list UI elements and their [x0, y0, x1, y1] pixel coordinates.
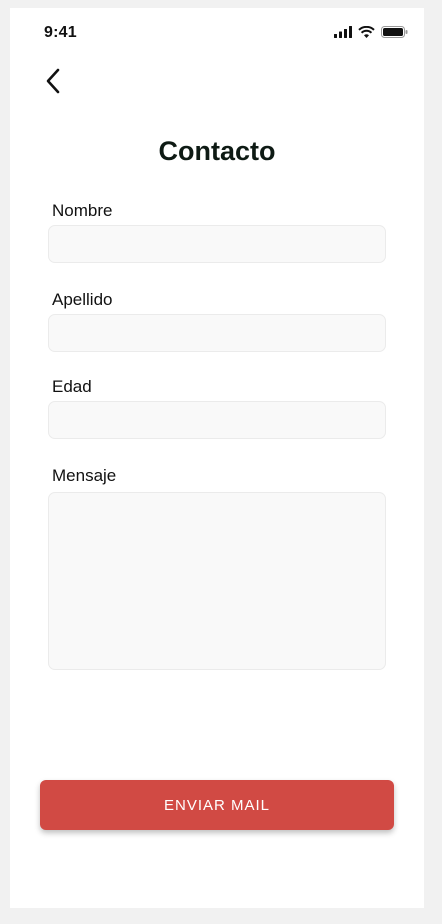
nombre-label: Nombre: [52, 201, 113, 220]
edad-label: Edad: [52, 377, 92, 396]
mensaje-textarea[interactable]: [48, 492, 386, 670]
status-time: 9:41: [44, 24, 77, 41]
battery-icon: [381, 25, 408, 43]
edad-input[interactable]: [48, 401, 386, 439]
mensaje-label: Mensaje: [52, 466, 117, 485]
nombre-input[interactable]: [48, 225, 386, 263]
wifi-icon: [358, 25, 375, 43]
back-button[interactable]: [38, 68, 68, 98]
apellido-label: Apellido: [52, 290, 113, 309]
status-icons: [334, 25, 408, 43]
send-mail-button[interactable]: ENVIAR MAIL: [40, 780, 394, 830]
apellido-input[interactable]: [48, 314, 386, 352]
chevron-left-icon: [45, 68, 61, 99]
page-title: Contacto: [158, 136, 276, 166]
phone-screen: 9:41 Contacto Nombre Apellido Edad Mensa…: [10, 8, 424, 908]
signal-icon: [334, 25, 352, 43]
